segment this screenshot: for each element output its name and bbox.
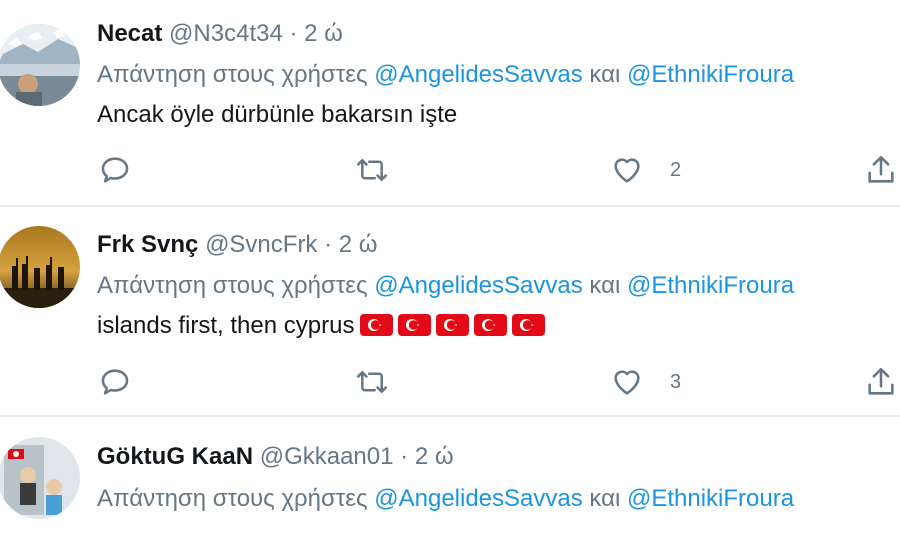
mention-link[interactable]: @EthnikiFroura xyxy=(627,485,794,512)
tweet[interactable]: Frk Svnç @SvncFrk · 2 ώ Απάντηση στους χ… xyxy=(0,207,900,417)
retweet-button[interactable] xyxy=(354,364,390,400)
share-icon xyxy=(868,155,894,183)
reply-conjunction: και xyxy=(582,272,627,299)
turkey-flag-icon xyxy=(360,313,394,336)
user-handle[interactable]: @Gkkaan01 xyxy=(260,443,394,470)
tweet-header: GöktuG KaaN @Gkkaan01 · 2 ώ xyxy=(97,441,454,473)
turkey-flag-icon xyxy=(436,313,470,336)
flag-emoji-group xyxy=(360,313,546,336)
reply-prefix: Απάντηση στους χρήστες xyxy=(97,61,375,88)
reply-conjunction: και xyxy=(582,61,627,88)
share-button[interactable] xyxy=(864,152,898,188)
like-count: 2 xyxy=(670,158,682,181)
mention-link[interactable]: @AngelidesSavvas xyxy=(374,61,582,88)
turkey-flag-icon xyxy=(474,313,508,336)
reply-button[interactable] xyxy=(98,364,132,400)
user-handle[interactable]: @N3c4t34 xyxy=(169,20,283,47)
reply-context: Απάντηση στους χρήστες @AngelidesSavvas … xyxy=(97,59,794,91)
tweet[interactable]: Necat @N3c4t34 · 2 ώ Απάντηση στους χρήσ… xyxy=(0,0,900,207)
mention-link[interactable]: @AngelidesSavvas xyxy=(374,485,582,512)
reply-context: Απάντηση στους χρήστες @AngelidesSavvas … xyxy=(97,270,794,302)
display-name[interactable]: Frk Svnç xyxy=(97,231,198,258)
avatar[interactable] xyxy=(0,24,80,106)
separator-dot: · xyxy=(317,231,339,258)
reply-icon xyxy=(101,369,129,395)
avatar[interactable] xyxy=(0,226,80,308)
reply-prefix: Απάντηση στους χρήστες xyxy=(97,272,375,299)
avatar[interactable] xyxy=(0,437,80,519)
separator-dot: · xyxy=(393,443,415,470)
reply-context: Απάντηση στους χρήστες @AngelidesSavvas … xyxy=(97,483,794,515)
turkey-flag-icon xyxy=(398,313,432,336)
tweet-header: Frk Svnç @SvncFrk · 2 ώ xyxy=(97,229,378,261)
reply-button[interactable] xyxy=(98,152,132,188)
tweet-header: Necat @N3c4t34 · 2 ώ xyxy=(97,18,343,50)
reply-icon xyxy=(101,157,129,183)
mention-link[interactable]: @EthnikiFroura xyxy=(627,272,794,299)
heart-icon xyxy=(614,158,640,183)
tweet-text: islands first, then cyprus xyxy=(97,312,355,339)
heart-icon xyxy=(614,370,640,395)
like-button[interactable]: 2 xyxy=(610,152,681,188)
display-name[interactable]: GöktuG KaaN xyxy=(97,443,253,470)
tweet-text-line: islands first, then cyprus xyxy=(97,310,546,342)
like-count: 3 xyxy=(670,370,682,393)
mention-link[interactable]: @AngelidesSavvas xyxy=(374,272,582,299)
share-icon xyxy=(868,367,894,395)
timestamp[interactable]: 2 ώ xyxy=(415,443,454,470)
separator-dot: · xyxy=(282,20,305,47)
tweet[interactable]: GöktuG KaaN @Gkkaan01 · 2 ώ Απάντηση στο… xyxy=(0,417,900,540)
timestamp[interactable]: 2 ώ xyxy=(339,231,378,258)
turkey-flag-icon xyxy=(512,313,546,336)
like-button[interactable]: 3 xyxy=(610,364,681,400)
display-name[interactable]: Necat xyxy=(97,20,162,47)
share-button[interactable] xyxy=(864,364,898,400)
retweet-icon xyxy=(356,371,388,393)
reply-conjunction: και xyxy=(582,485,627,512)
timestamp[interactable]: 2 ώ xyxy=(304,20,343,47)
retweet-icon xyxy=(356,159,388,181)
tweet-text: Ancak öyle dürbünle bakarsın işte xyxy=(97,101,458,128)
retweet-button[interactable] xyxy=(354,152,390,188)
user-handle[interactable]: @SvncFrk xyxy=(205,231,317,258)
mention-link[interactable]: @EthnikiFroura xyxy=(627,61,794,88)
reply-prefix: Απάντηση στους χρήστες xyxy=(97,485,375,512)
